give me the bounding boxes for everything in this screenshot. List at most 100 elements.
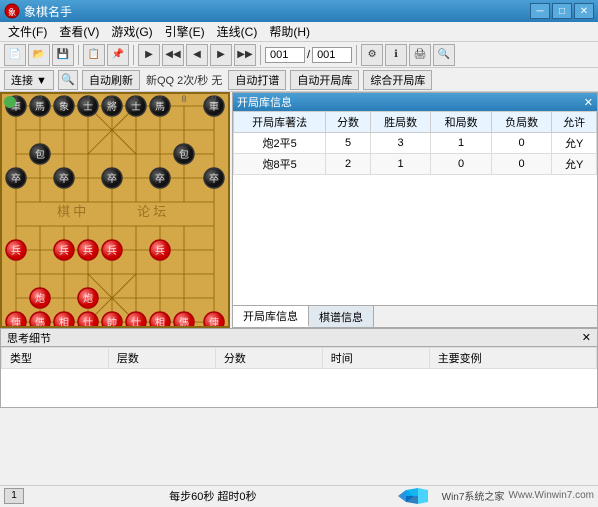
svg-text:帥: 帥 [107,316,117,326]
sep3 [260,45,261,65]
menu-bar: 文件(F) 查看(V) 游戏(G) 引擎(E) 连线(C) 帮助(H) [0,22,598,42]
svg-text:9: 9 [212,94,217,104]
new-qq-label: 新QQ 2次/秒 无 [144,72,224,88]
opening-panel-title: 开局库信息 ✕ [233,93,597,111]
info-btn[interactable]: ℹ [385,44,407,66]
connect-button[interactable]: 连接 ▼ [4,70,54,90]
auto-refresh-button[interactable]: 自动刷新 [82,70,140,90]
menu-view[interactable]: 查看(V) [53,22,105,41]
opening-panel: 开局库信息 ✕ 开局库著法 分数 胜局数 和局数 负局数 允许 炮2平5 [232,92,598,328]
status-indicator [4,96,16,108]
next-btn[interactable]: ▶▶ [234,44,256,66]
toolbar2: 连接 ▼ 🔍 自动刷新 新QQ 2次/秒 无 自动打谱 自动开局库 综合开局库 [0,68,598,92]
menu-engine[interactable]: 引擎(E) [159,22,211,41]
opening-panel-close[interactable]: ✕ [584,96,593,109]
opening-panel-title-text: 开局库信息 [237,94,292,110]
svg-text:俥: 俥 [209,317,219,326]
window-title: 象棋名手 [24,3,530,20]
cell-lose: 0 [491,154,552,175]
menu-help[interactable]: 帮助(H) [263,22,316,41]
search-btn[interactable]: 🔍 [433,44,455,66]
board-svg: 棋 中 论 坛 車 馬 象 士 將 士 馬 [2,94,228,326]
think-col-time: 时间 [322,348,429,369]
col-win: 胜局数 [370,112,431,133]
sep4 [356,45,357,65]
svg-text:卒: 卒 [11,172,21,185]
site-text: Www.Winwin7.com [508,490,594,501]
status-middle: 每步60秒 超时0秒 [169,488,256,504]
win7-text: Win7系统之家 [442,488,505,503]
toolbar2-icon[interactable]: 🔍 [58,70,78,90]
svg-text:3: 3 [62,94,67,104]
menu-connect[interactable]: 连线(C) [211,22,264,41]
save-btn[interactable]: 💾 [52,44,74,66]
cell-score: 5 [326,133,371,154]
svg-text:傌: 傌 [35,316,45,326]
svg-text:5: 5 [110,94,115,104]
counter-area: / [265,47,352,63]
sep2 [133,45,134,65]
cell-name: 炮2平5 [234,133,326,154]
cell-allow: 允Y [552,154,597,175]
cell-win: 3 [370,133,431,154]
open-btn[interactable]: 📂 [28,44,50,66]
col-method: 开局库著法 [234,112,326,133]
svg-text:包: 包 [35,148,45,161]
col-lose: 负局数 [491,112,552,133]
river-text-right: 论 坛 [137,204,166,219]
thinking-close[interactable]: ✕ [582,331,591,344]
svg-text:4: 4 [86,94,91,104]
app-icon: 象 [4,3,20,19]
cell-draw: 1 [431,133,492,154]
opening-data-table: 开局库著法 分数 胜局数 和局数 负局数 允许 炮2平5 5 3 1 0 允Y [233,111,597,175]
main-area: 棋 中 论 坛 車 馬 象 士 將 士 馬 [0,92,598,328]
paste-btn[interactable]: 📌 [107,44,129,66]
win7-area: Win7系统之家 Www.Winwin7.com [398,488,594,504]
svg-text:兵: 兵 [107,244,117,257]
think-col-variation: 主要变例 [429,348,596,369]
counter-input[interactable] [265,47,305,63]
step-back-btn[interactable]: ◀ [186,44,208,66]
svg-text:炮: 炮 [35,292,45,305]
tab-game-record[interactable]: 棋谱信息 [309,306,374,327]
counter-sep: / [307,49,310,61]
settings-btn[interactable]: ⚙ [361,44,383,66]
counter-total[interactable] [312,47,352,63]
thinking-data-table: 类型 层数 分数 时间 主要变例 [1,347,597,369]
svg-text:俥: 俥 [11,317,21,326]
composite-button[interactable]: 综合开局库 [363,70,432,90]
col-score: 分数 [326,112,371,133]
svg-text:7: 7 [158,94,163,104]
opening-table: 开局库著法 分数 胜局数 和局数 负局数 允许 炮2平5 5 3 1 0 允Y [233,111,597,305]
window-controls: ─ □ ✕ [530,3,594,19]
step-fwd-btn[interactable]: ▶ [210,44,232,66]
prev-btn[interactable]: ◀◀ [162,44,184,66]
svg-text:仕: 仕 [131,316,141,326]
svg-text:相: 相 [59,316,69,326]
svg-text:兵: 兵 [59,244,69,257]
play-btn[interactable]: ▶ [138,44,160,66]
svg-text:卒: 卒 [107,172,117,185]
opening-tabs: 开局库信息 棋谱信息 [233,305,597,327]
menu-file[interactable]: 文件(F) [2,22,53,41]
copy-btn[interactable]: 📋 [83,44,105,66]
think-col-type: 类型 [2,348,109,369]
thinking-table: 类型 层数 分数 时间 主要变例 [1,347,597,407]
new-btn[interactable]: 📄 [4,44,26,66]
thinking-panel: 思考细节 ✕ 类型 层数 分数 时间 主要变例 [0,328,598,408]
maximize-button[interactable]: □ [552,3,572,19]
close-button[interactable]: ✕ [574,3,594,19]
svg-text:卒: 卒 [59,172,69,185]
menu-game[interactable]: 游戏(G) [105,22,158,41]
minimize-button[interactable]: ─ [530,3,550,19]
cell-score: 2 [326,154,371,175]
print-btn[interactable]: 🖨 [409,44,431,66]
table-row[interactable]: 炮2平5 5 3 1 0 允Y [234,133,597,154]
table-row[interactable]: 炮8平5 2 1 0 0 允Y [234,154,597,175]
tab-opening-info[interactable]: 开局库信息 [233,306,309,327]
svg-text:兵: 兵 [11,244,21,257]
cell-name: 炮8平5 [234,154,326,175]
thinking-title-text: 思考细节 [7,330,51,346]
auto-shoot-button[interactable]: 自动打谱 [228,70,286,90]
auto-open-button[interactable]: 自动开局库 [290,70,359,90]
